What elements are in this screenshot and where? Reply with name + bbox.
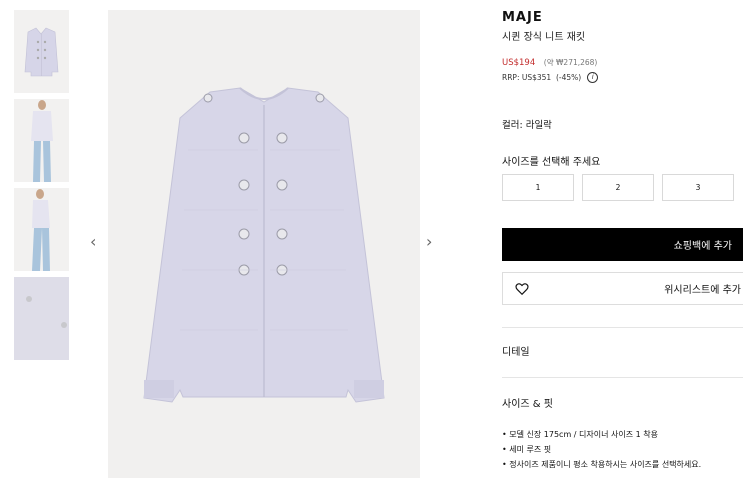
details-section-toggle[interactable]: 디테일 [502,343,530,358]
thumbnail-model-front[interactable] [14,99,69,182]
brand-name[interactable]: MAJE [502,10,743,25]
next-image-arrow[interactable]: › [426,234,432,250]
color-label: 컬러: 라일락 [502,120,552,131]
size-option-1[interactable]: 1 [502,174,574,201]
price-row: US$194 (약 ₩271,268) [502,57,743,68]
rrp-price: RRP: US$351 (-45%) [502,73,582,82]
size-option-2[interactable]: 2 [582,174,654,201]
approx-price: (약 ₩271,268) [543,58,598,67]
divider [502,327,743,328]
fit-note: 모델 신장 175cm / 디자이너 사이즈 1 착용 [502,427,743,442]
add-to-bag-button[interactable]: 쇼핑백에 추가 [502,228,743,261]
rrp-row: RRP: US$351 (-45%) i [502,72,743,83]
product-info: MAJE 시퀸 장식 니트 재킷 US$194 (약 ₩271,268) RRP… [502,10,743,469]
thumbnail-front[interactable] [14,10,69,93]
heart-icon [515,282,529,295]
size-fit-section-toggle[interactable]: 사이즈 & 핏 [502,395,553,410]
size-prompt: 사이즈를 선택해 주세요 [502,157,601,168]
thumbnail-detail[interactable] [14,277,69,360]
wishlist-label: 위시리스트에 추가 [664,285,741,296]
thumbnail-model-side[interactable] [14,188,69,271]
product-name: 시퀸 장식 니트 재킷 [502,32,586,43]
size-option-3[interactable]: 3 [662,174,734,201]
main-product-image [108,10,420,478]
size-selector: 1 2 3 [502,174,742,201]
sale-price: US$194 [502,58,536,68]
prev-image-arrow[interactable]: ‹ [90,234,96,250]
fit-note: 정사이즈 제품이니 평소 착용하시는 사이즈를 선택하세요. [502,457,743,472]
thumbnail-strip [14,10,70,366]
fit-note: 세미 루즈 핏 [502,442,743,457]
divider [502,377,743,378]
fit-notes-list: 모델 신장 175cm / 디자이너 사이즈 1 착용 세미 루즈 핏 정사이즈… [502,427,743,472]
wishlist-button[interactable]: 위시리스트에 추가 [502,272,743,305]
info-icon[interactable]: i [587,72,599,83]
